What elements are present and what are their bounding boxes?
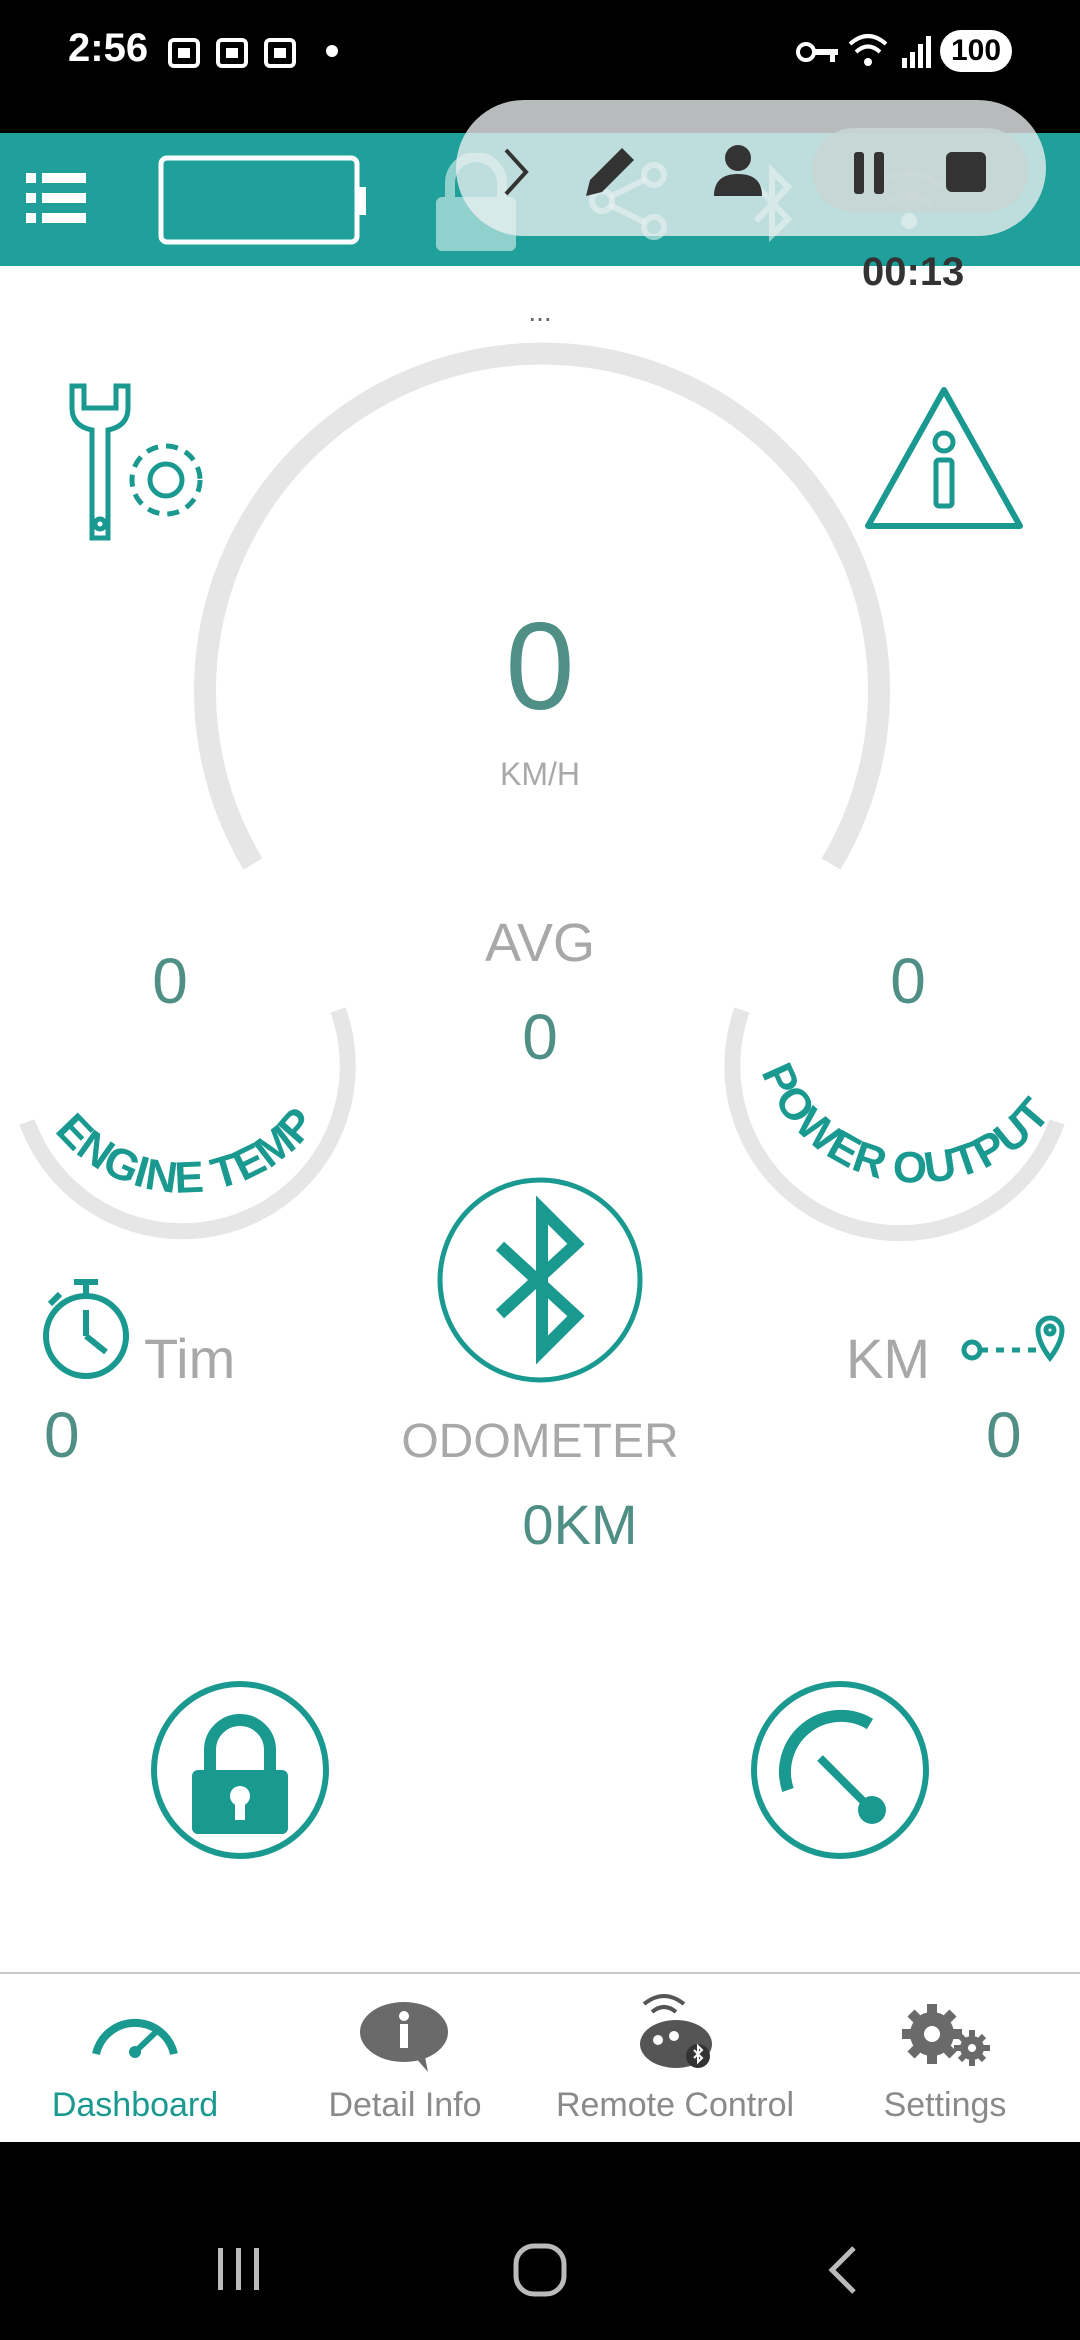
avg-value: 0: [522, 1001, 558, 1073]
speed-unit: KM/H: [500, 756, 580, 792]
avg-label: AVG: [484, 913, 596, 973]
warning-info-icon[interactable]: [862, 384, 1026, 532]
bottom-nav: Dashboard Detail Info Remote Control Set…: [0, 1972, 1080, 2142]
system-nav-bar: [0, 2142, 1080, 2340]
time-value: 0: [44, 1399, 80, 1471]
nav-label-detail-info: Detail Info: [328, 2086, 482, 2124]
lock-button[interactable]: [150, 1680, 330, 1860]
nav-detail-info[interactable]: Detail Info: [270, 1974, 540, 2144]
wrench-gear-icon[interactable]: [64, 378, 214, 548]
info-bubble-icon: [360, 2002, 448, 2072]
home-icon[interactable]: [510, 2242, 570, 2298]
power-output-value: 0: [890, 945, 926, 1017]
nav-dashboard[interactable]: Dashboard: [0, 1974, 270, 2144]
nav-remote-control[interactable]: Remote Control: [540, 1974, 810, 2144]
recents-icon[interactable]: [214, 2244, 264, 2294]
remote-control-icon: [640, 1994, 712, 2068]
speed-limit-button[interactable]: [750, 1680, 930, 1860]
route-icon: [961, 1315, 1065, 1363]
back-icon[interactable]: [824, 2242, 864, 2298]
speed-value: 0: [505, 598, 575, 736]
speedometer-icon: [92, 2018, 178, 2058]
svg-text:POWER OUTPUT: POWER OUTPUT: [752, 1056, 1059, 1193]
km-label: KM: [846, 1327, 930, 1390]
svg-text:ENGINE TEMP: ENGINE TEMP: [47, 1099, 325, 1203]
nav-label-settings: Settings: [883, 2086, 1007, 2124]
stopwatch-icon: [43, 1279, 129, 1379]
nav-settings[interactable]: Settings: [810, 1974, 1080, 2144]
odometer-value: 0KM: [522, 1493, 638, 1556]
engine-temp-value: 0: [152, 945, 188, 1017]
odometer-label: ODOMETER: [401, 1415, 679, 1468]
nav-label-remote-control: Remote Control: [555, 2086, 795, 2124]
time-label: Tim: [144, 1327, 236, 1390]
gears-icon: [902, 2004, 990, 2066]
nav-label-dashboard: Dashboard: [51, 2086, 219, 2124]
power-output-label: POWER OUTPUT: [752, 1056, 1059, 1193]
bluetooth-icon[interactable]: [436, 1176, 644, 1384]
engine-temp-label: ENGINE TEMP: [47, 1099, 325, 1203]
km-value: 0: [986, 1399, 1022, 1471]
